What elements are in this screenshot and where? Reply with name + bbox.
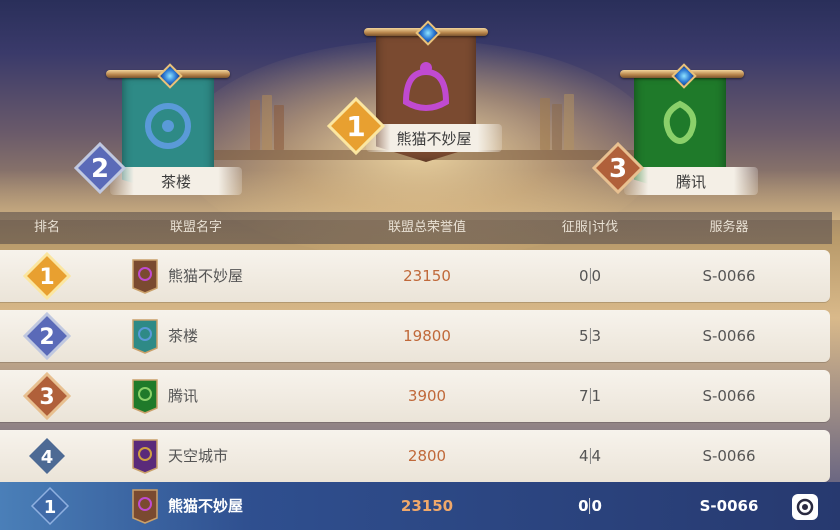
ranking-row[interactable]: 3 腾讯 3900 71 S-0066 (0, 370, 830, 422)
book (274, 105, 284, 150)
book (262, 95, 272, 150)
conquer-crusade: 00 (579, 250, 601, 302)
honor-value: 19800 (403, 327, 451, 345)
rank-number: 2 (91, 154, 109, 184)
conquer-count: 0 (578, 497, 589, 515)
ranking-row[interactable]: 1 熊猫不妙屋 23150 00 S-0066 (0, 250, 830, 302)
rank-gold-medal-icon: 1 (23, 252, 71, 300)
rank-badge-icon: 1 (30, 486, 70, 526)
divider (589, 448, 591, 464)
header-honor: 联盟总荣誉值 (387, 220, 467, 235)
alliance-flag-icon (132, 439, 158, 474)
rank-bronze-medal-icon: 3 (23, 372, 71, 420)
book (540, 98, 550, 150)
rank-medal-icon: 3 (592, 142, 644, 194)
divider (589, 498, 591, 514)
header-alliance-name: 联盟名字 (169, 220, 223, 235)
podium-third[interactable]: 腾讯 3 (590, 62, 770, 212)
rank-number: 2 (39, 325, 54, 350)
alliance-name: 腾讯 (168, 387, 199, 405)
rank-silver-medal-icon: 2 (23, 312, 71, 360)
settings-icon (796, 498, 814, 516)
rank-number: 3 (39, 385, 54, 410)
crusade-count: 0 (591, 267, 602, 285)
alliance-name: 熊猫不妙屋 (168, 267, 244, 285)
book (250, 100, 260, 150)
conquer-count: 7 (578, 387, 589, 405)
alliance-name: 茶楼 (168, 327, 199, 345)
alliance-name: 天空城市 (168, 447, 229, 465)
book (564, 94, 574, 150)
alliance-name: 熊猫不妙屋 (396, 129, 472, 148)
rank-number: 1 (44, 497, 57, 518)
server: S-0066 (702, 447, 756, 465)
ranking-table-header: 排名 联盟名字 联盟总荣誉值 征服|讨伐 服务器 (0, 212, 832, 244)
conquer-count: 4 (578, 447, 589, 465)
crusade-count: 3 (591, 327, 602, 345)
conquer-crusade: 71 (579, 370, 601, 422)
alliance-ranking-screen: 茶楼 2 熊猫不妙屋 1 腾讯 3 排名 联盟名字 联盟总荣誉值 征服|讨伐 服… (0, 0, 840, 530)
alliance-name-plate: 熊猫不妙屋 (366, 124, 502, 152)
rank-number: 1 (346, 110, 365, 143)
alliance-name: 腾讯 (675, 172, 706, 191)
divider (589, 328, 591, 344)
header-rank: 排名 (33, 220, 61, 235)
podium-second[interactable]: 茶楼 2 (70, 62, 250, 212)
alliance-name-plate: 腾讯 (624, 167, 758, 195)
conquer-crusade: 53 (579, 310, 601, 362)
rank-number: 1 (39, 265, 54, 290)
alliance-flag-icon (132, 379, 158, 414)
alliance-flag-icon (132, 489, 158, 524)
conquer-crusade: 00 (578, 482, 602, 530)
rank-number: 4 (41, 447, 54, 468)
rank-number: 3 (609, 154, 627, 184)
crusade-count: 1 (591, 387, 602, 405)
divider (589, 268, 591, 284)
honor-value: 23150 (400, 497, 454, 515)
crusade-count: 4 (591, 447, 602, 465)
conquer-crusade: 44 (579, 430, 601, 482)
my-alliance-row[interactable]: 1 熊猫不妙屋 23150 00 S-0066 (0, 482, 840, 530)
alliance-flag-icon (132, 319, 158, 354)
header-conquer: 征服|讨伐 (561, 220, 619, 235)
server: S-0066 (702, 387, 756, 405)
podium-first[interactable]: 熊猫不妙屋 1 (326, 18, 516, 178)
header-server: 服务器 (709, 220, 749, 235)
honor-value: 23150 (403, 267, 451, 285)
conquer-count: 0 (578, 267, 589, 285)
conquer-count: 5 (578, 327, 589, 345)
rank-medal-icon: 1 (326, 96, 386, 156)
rank-medal-icon: 2 (74, 142, 126, 194)
settings-button[interactable] (792, 494, 818, 520)
alliance-flag-icon (132, 259, 158, 294)
alliance-name: 茶楼 (160, 172, 191, 191)
rank-badge-icon: 4 (29, 438, 65, 474)
divider (589, 388, 591, 404)
alliance-name: 熊猫不妙屋 (168, 497, 244, 515)
alliance-name-plate: 茶楼 (110, 167, 242, 195)
honor-value: 3900 (407, 387, 447, 405)
honor-value: 2800 (407, 447, 447, 465)
book (552, 104, 562, 150)
server: S-0066 (702, 267, 756, 285)
server: S-0066 (699, 497, 759, 515)
crusade-count: 0 (591, 497, 602, 515)
ranking-row[interactable]: 2 茶楼 19800 53 S-0066 (0, 310, 830, 362)
server: S-0066 (702, 327, 756, 345)
ranking-row[interactable]: 4 天空城市 2800 44 S-0066 (0, 430, 830, 482)
